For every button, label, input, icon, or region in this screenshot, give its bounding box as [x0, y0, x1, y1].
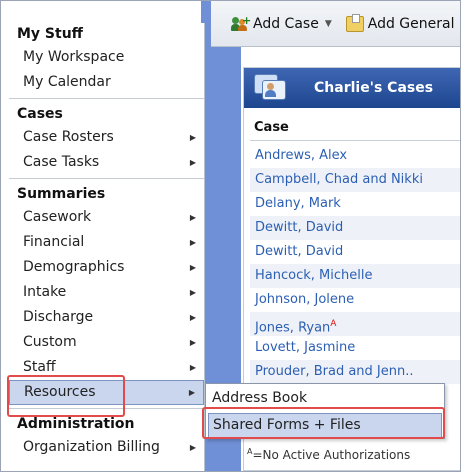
submenu-arrow-icon: ▶	[189, 133, 196, 142]
case-row[interactable]: Delany, Mark	[250, 192, 460, 216]
folder-icon	[345, 13, 364, 32]
submenu-item-shared-forms-files[interactable]: Shared Forms + Files	[208, 413, 442, 438]
case-row[interactable]: Dewitt, David	[250, 240, 460, 264]
section-cases: Cases	[17, 106, 63, 122]
menu-item-my-calendar[interactable]: My Calendar	[9, 70, 204, 95]
menu-item-resources[interactable]: Resources ▶	[9, 380, 204, 405]
case-column-header[interactable]: Case	[254, 120, 289, 135]
menu-item-intake[interactable]: Intake ▶	[9, 280, 204, 305]
add-general-button[interactable]: Add General	[345, 13, 455, 32]
menu-item-case-tasks[interactable]: Case Tasks ▶	[9, 150, 204, 175]
submenu-arrow-icon: ▶	[189, 238, 196, 247]
add-case-button[interactable]: + Add Case ▼	[231, 14, 332, 32]
navigation-menu: My Stuff My Workspace My Calendar Cases …	[9, 23, 205, 471]
menu-item-discharge[interactable]: Discharge ▶	[9, 305, 204, 330]
menu-item-demographics[interactable]: Demographics ▶	[9, 255, 204, 280]
toolbar: + Add Case ▼ Add General	[211, 1, 460, 47]
contact-cards-icon	[254, 70, 288, 102]
resources-submenu: Address Book Shared Forms + Files	[205, 383, 445, 439]
case-row[interactable]: Prouder, Brad and Jenn..	[250, 360, 460, 384]
case-row[interactable]: Jones, RyanA	[250, 312, 460, 336]
header-divider	[250, 140, 460, 141]
submenu-arrow-icon: ▶	[189, 338, 196, 347]
submenu-arrow-icon: ▶	[189, 313, 196, 322]
submenu-arrow-icon: ▶	[189, 288, 196, 297]
section-my-stuff: My Stuff	[17, 26, 84, 42]
add-general-label: Add General	[367, 15, 455, 32]
menu-item-organization-billing[interactable]: Organization Billing ▶	[9, 435, 204, 460]
menu-item-financial[interactable]: Financial ▶	[9, 230, 204, 255]
menu-divider	[9, 178, 204, 179]
menu-item-my-workspace[interactable]: My Workspace	[9, 45, 204, 70]
menu-item-staff[interactable]: Staff ▶	[9, 355, 204, 380]
add-people-icon: +	[231, 14, 251, 32]
case-row[interactable]: Lovett, Jasmine	[250, 336, 460, 360]
submenu-arrow-icon: ▶	[189, 213, 196, 222]
submenu-arrow-icon: ▶	[189, 363, 196, 372]
menu-divider	[9, 98, 204, 99]
case-row[interactable]: Johnson, Jolene	[250, 288, 460, 312]
menu-item-case-rosters[interactable]: Case Rosters ▶	[9, 125, 204, 150]
case-row[interactable]: Dewitt, David	[250, 216, 460, 240]
submenu-arrow-icon: ▶	[189, 158, 196, 167]
section-administration: Administration	[17, 416, 135, 432]
case-list: Andrews, Alex Campbell, Chad and Nikki D…	[250, 144, 460, 384]
footnote: A=No Active Authorizations	[247, 447, 410, 462]
menu-divider	[9, 408, 204, 409]
menu-item-casework[interactable]: Casework ▶	[9, 205, 204, 230]
case-row[interactable]: Campbell, Chad and Nikki	[250, 168, 460, 192]
submenu-arrow-icon: ▶	[188, 388, 195, 397]
panel-header: Charlie's Cases	[244, 68, 460, 108]
footnote-text: =No Active Authorizations	[252, 448, 411, 462]
no-authorization-badge: A	[330, 319, 337, 329]
submenu-arrow-icon: ▶	[189, 263, 196, 272]
app-window: + Add Case ▼ Add General Charlie's Cases…	[0, 0, 461, 472]
case-row[interactable]: Hancock, Michelle	[250, 264, 460, 288]
chevron-down-icon: ▼	[324, 18, 332, 29]
submenu-arrow-icon: ▶	[189, 443, 196, 452]
case-row[interactable]: Andrews, Alex	[250, 144, 460, 168]
add-case-label: Add Case	[253, 15, 319, 32]
submenu-item-address-book[interactable]: Address Book	[208, 386, 442, 411]
menu-item-custom[interactable]: Custom ▶	[9, 330, 204, 355]
panel-title: Charlie's Cases	[314, 80, 434, 96]
section-summaries: Summaries	[17, 186, 106, 202]
